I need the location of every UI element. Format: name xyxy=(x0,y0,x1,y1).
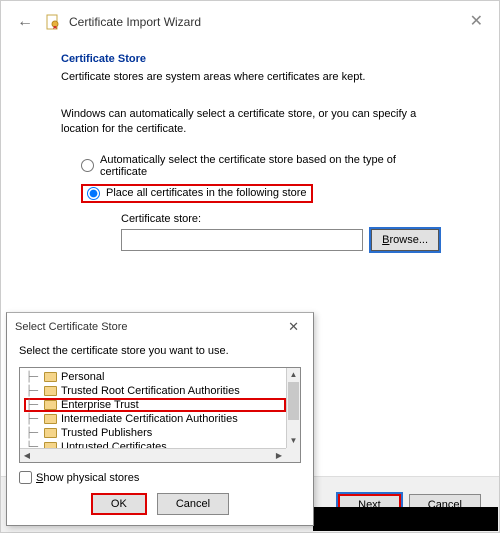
list-item[interactable]: ├─Trusted Publishers xyxy=(26,426,286,440)
radio-place-all[interactable]: Place all certificates in the following … xyxy=(81,184,313,203)
scroll-left-icon[interactable]: ◀ xyxy=(20,449,34,462)
section-description: Certificate stores are system areas wher… xyxy=(61,71,439,83)
list-item[interactable]: └─Untrusted Certificates xyxy=(26,440,286,448)
certificate-store-input[interactable] xyxy=(121,229,363,251)
folder-icon xyxy=(44,372,57,382)
folder-icon xyxy=(44,386,57,396)
certificate-store-row: Browse... xyxy=(121,229,439,251)
folder-icon xyxy=(44,428,57,438)
scroll-corner xyxy=(286,448,300,462)
wizard-titlebar: ← Certificate Import Wizard ✕ xyxy=(1,1,499,43)
browse-button[interactable]: Browse... xyxy=(371,229,439,251)
tree-viewport[interactable]: ├─Personal ├─Trusted Root Certification … xyxy=(20,368,286,448)
dialog-title: Select Certificate Store xyxy=(15,321,128,333)
back-arrow-icon[interactable]: ← xyxy=(17,13,33,31)
radio-place-input[interactable] xyxy=(87,187,100,200)
scroll-up-icon[interactable]: ▲ xyxy=(287,368,300,382)
list-item[interactable]: ├─Intermediate Certification Authorities xyxy=(26,412,286,426)
folder-icon xyxy=(44,400,57,410)
radio-auto-label: Automatically select the certificate sto… xyxy=(100,154,439,178)
dialog-body: Select the certificate store you want to… xyxy=(7,341,313,492)
vertical-scrollbar[interactable]: ▲ ▼ xyxy=(286,368,300,448)
certificate-store-tree: ├─Personal ├─Trusted Root Certification … xyxy=(19,367,301,463)
dialog-titlebar: Select Certificate Store ✕ xyxy=(7,313,313,341)
dialog-cancel-button[interactable]: Cancel xyxy=(157,493,229,515)
section-title: Certificate Store xyxy=(61,53,439,65)
scroll-down-icon[interactable]: ▼ xyxy=(287,434,300,448)
radio-auto-select[interactable]: Automatically select the certificate sto… xyxy=(81,154,439,178)
radio-place-label: Place all certificates in the following … xyxy=(106,187,307,199)
scroll-right-icon[interactable]: ▶ xyxy=(272,449,286,462)
folder-icon xyxy=(44,414,57,424)
list-item[interactable]: ├─Trusted Root Certification Authorities xyxy=(26,384,286,398)
certificate-icon xyxy=(45,14,61,30)
radio-auto-input[interactable] xyxy=(81,159,94,172)
body-text: Windows can automatically select a certi… xyxy=(61,107,439,138)
select-certificate-store-dialog: Select Certificate Store ✕ Select the ce… xyxy=(6,312,314,526)
close-icon[interactable]: ✕ xyxy=(464,9,489,33)
black-overlay xyxy=(313,507,498,531)
dialog-footer: OK Cancel xyxy=(7,493,313,515)
dialog-instruction: Select the certificate store you want to… xyxy=(19,345,301,357)
ok-button[interactable]: OK xyxy=(91,493,147,515)
scroll-thumb[interactable] xyxy=(288,382,299,420)
wizard-title: Certificate Import Wizard xyxy=(69,15,201,29)
certificate-store-label: Certificate store: xyxy=(121,213,439,225)
show-physical-stores-checkbox[interactable]: Show physical stores xyxy=(19,471,301,484)
list-item-enterprise-trust[interactable]: ├─Enterprise Trust xyxy=(24,398,286,412)
list-item[interactable]: ├─Personal xyxy=(26,370,286,384)
wizard-content: Certificate Store Certificate stores are… xyxy=(1,43,499,251)
horizontal-scrollbar[interactable]: ◀ ▶ xyxy=(20,448,286,462)
dialog-close-icon[interactable]: ✕ xyxy=(282,319,305,335)
show-physical-input[interactable] xyxy=(19,471,32,484)
